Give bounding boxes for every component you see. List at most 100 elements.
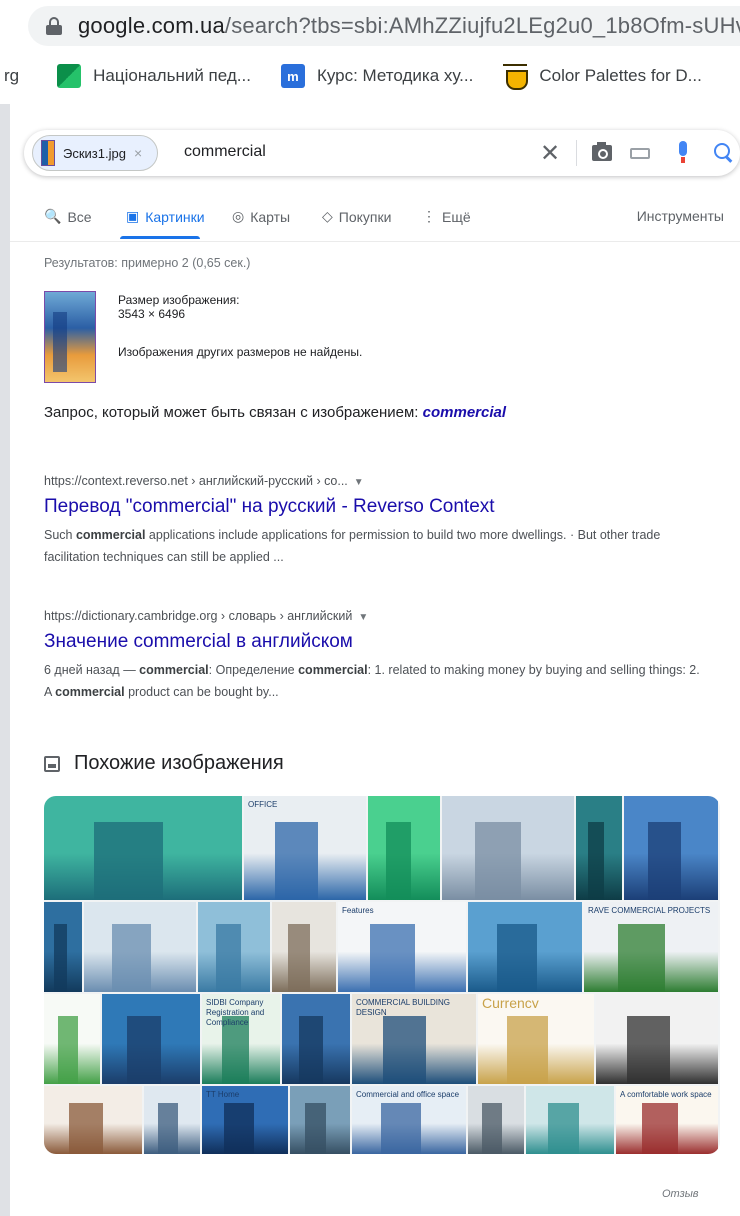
result-snippet: 6 дней назад — commercial: Определение c…	[44, 663, 700, 699]
similar-image-tile[interactable]	[624, 796, 718, 900]
similar-image-tile[interactable]	[290, 1086, 350, 1154]
similar-image-tile[interactable]: Currency	[478, 994, 594, 1084]
result-url[interactable]: https://context.reverso.net › английский…	[44, 474, 704, 488]
building-shape	[69, 1103, 103, 1154]
building-shape	[112, 924, 151, 992]
no-other-sizes-text: Изображения других размеров не найдены.	[118, 345, 363, 359]
similar-image-caption: TT Home	[206, 1090, 240, 1099]
similar-image-tile[interactable]	[144, 1086, 200, 1154]
similar-image-tile[interactable]	[576, 796, 622, 900]
building-shape	[497, 924, 537, 992]
search-input[interactable]: commercial	[184, 143, 266, 161]
similar-image-tile[interactable]: OFFICE	[244, 796, 366, 900]
search-icon[interactable]	[714, 143, 734, 163]
similar-image-tile[interactable]	[84, 902, 196, 992]
kurs-icon: m	[280, 64, 305, 88]
result-menu-caret-icon[interactable]: ▼	[354, 477, 364, 488]
query-image-thumbnail[interactable]	[44, 291, 96, 383]
similar-image-tile[interactable]	[44, 796, 242, 900]
building-shape	[216, 924, 241, 992]
building-shape	[370, 924, 415, 992]
bookmark-kurs[interactable]: m Курс: Методика ху...	[280, 64, 473, 88]
building-shape	[305, 1103, 326, 1154]
similar-images-title: Похожие изображения	[74, 752, 284, 774]
bookmark-np[interactable]: Національний пед...	[57, 64, 251, 88]
similar-image-tile[interactable]	[368, 796, 440, 900]
bookmark-color-palettes[interactable]: Color Palettes for D...	[503, 64, 702, 90]
similar-image-caption: Commercial and office space	[356, 1090, 460, 1099]
image-chip-close-icon[interactable]: ×	[134, 145, 142, 161]
similar-image-tile[interactable]: Features	[338, 902, 466, 992]
tab-shopping[interactable]: ◇ Покупки	[322, 208, 391, 225]
bookmark-fragment[interactable]: rg	[4, 66, 19, 86]
tab-more[interactable]: ⋮ Ещё	[422, 208, 471, 225]
building-shape	[386, 822, 411, 900]
address-bar[interactable]: google.com.ua/search?tbs=sbi:AMhZZiujfu2…	[28, 6, 740, 46]
tag-icon: ◇	[322, 208, 333, 224]
building-shape	[475, 822, 521, 900]
search-tabs: 🔍 Все ▣ Картинки ◎ Карты ◇ Покупки ⋮ Ещё Инст…	[44, 204, 724, 242]
feedback-link[interactable]: Отзыв	[662, 1188, 699, 1200]
result-menu-caret-icon[interactable]: ▼	[358, 612, 368, 623]
similar-image-tile[interactable]: TT Home	[202, 1086, 288, 1154]
similar-image-tile[interactable]	[44, 902, 82, 992]
similar-image-tile[interactable]	[102, 994, 200, 1084]
similar-image-tile[interactable]	[442, 796, 574, 900]
building-shape	[618, 924, 665, 992]
related-query-link[interactable]: commercial	[423, 404, 506, 421]
building-shape	[648, 822, 681, 900]
image-chip[interactable]: Эскиз1.jpg ×	[32, 135, 158, 171]
similar-image-tile[interactable]: SIDBI Company Registration and Complianc…	[202, 994, 280, 1084]
np-icon	[57, 64, 82, 88]
search-divider	[576, 140, 577, 166]
building-shape	[507, 1016, 548, 1084]
tab-images[interactable]: ▣ Картинки	[126, 208, 205, 225]
building-shape	[224, 1103, 254, 1154]
tools-button[interactable]: Инструменты	[637, 208, 724, 224]
image-size-value: 3543 × 6496	[118, 307, 186, 321]
building-shape	[288, 924, 310, 992]
building-shape	[383, 1016, 426, 1084]
clear-icon[interactable]: ✕	[540, 139, 560, 168]
similar-image-tile[interactable]	[272, 902, 336, 992]
similar-image-caption: COMMERCIAL BUILDING DESIGN	[356, 998, 450, 1017]
browser-chrome: google.com.ua/search?tbs=sbi:AMhZZiujfu2…	[0, 0, 740, 104]
similar-image-tile[interactable]: Commercial and office space	[352, 1086, 466, 1154]
building-shape	[94, 822, 163, 900]
map-pin-icon: ◎	[232, 208, 245, 224]
camera-icon[interactable]	[592, 142, 612, 161]
building-shape	[127, 1016, 161, 1084]
similar-images-grid: OFFICE Features RAVE COMMERCIAL PROJECTS SI…	[44, 796, 720, 1154]
microphone-icon[interactable]	[678, 141, 688, 163]
building-shape	[482, 1103, 502, 1154]
result-title-link[interactable]: Значение commercial в английском	[44, 631, 704, 653]
similar-image-caption: Features	[342, 906, 374, 915]
building-shape	[299, 1016, 323, 1084]
similar-image-caption: OFFICE	[248, 800, 278, 809]
tab-maps[interactable]: ◎ Карты	[232, 208, 290, 225]
similar-image-tile[interactable]	[198, 902, 270, 992]
search-small-icon: 🔍	[44, 208, 62, 224]
similar-image-tile[interactable]	[44, 994, 100, 1084]
similar-image-tile[interactable]	[526, 1086, 614, 1154]
keyboard-icon[interactable]	[630, 148, 650, 159]
building-shape	[588, 822, 604, 900]
image-chip-thumbnail	[41, 140, 55, 166]
similar-image-tile[interactable]: A comfortable work space	[616, 1086, 718, 1154]
similar-image-tile[interactable]	[468, 902, 582, 992]
similar-image-tile[interactable]	[282, 994, 350, 1084]
similar-image-caption: Currency	[482, 998, 539, 1008]
similar-image-tile[interactable]: RAVE COMMERCIAL PROJECTS	[584, 902, 718, 992]
similar-image-tile[interactable]: COMMERCIAL BUILDING DESIGN	[352, 994, 476, 1084]
similar-image-tile[interactable]	[596, 994, 718, 1084]
similar-image-tile[interactable]	[44, 1086, 142, 1154]
tab-all[interactable]: 🔍 Все	[44, 208, 92, 225]
result-title-link[interactable]: Перевод "commercial" на русский - Revers…	[44, 496, 704, 518]
similar-image-tile[interactable]	[468, 1086, 524, 1154]
tabs-divider	[10, 241, 740, 242]
related-query: Запрос, который может быть связан с изоб…	[44, 404, 507, 421]
search-result: https://dictionary.cambridge.org › слова…	[44, 609, 704, 703]
building-shape	[381, 1103, 421, 1154]
building-shape	[54, 924, 67, 992]
result-url[interactable]: https://dictionary.cambridge.org › слова…	[44, 609, 704, 623]
